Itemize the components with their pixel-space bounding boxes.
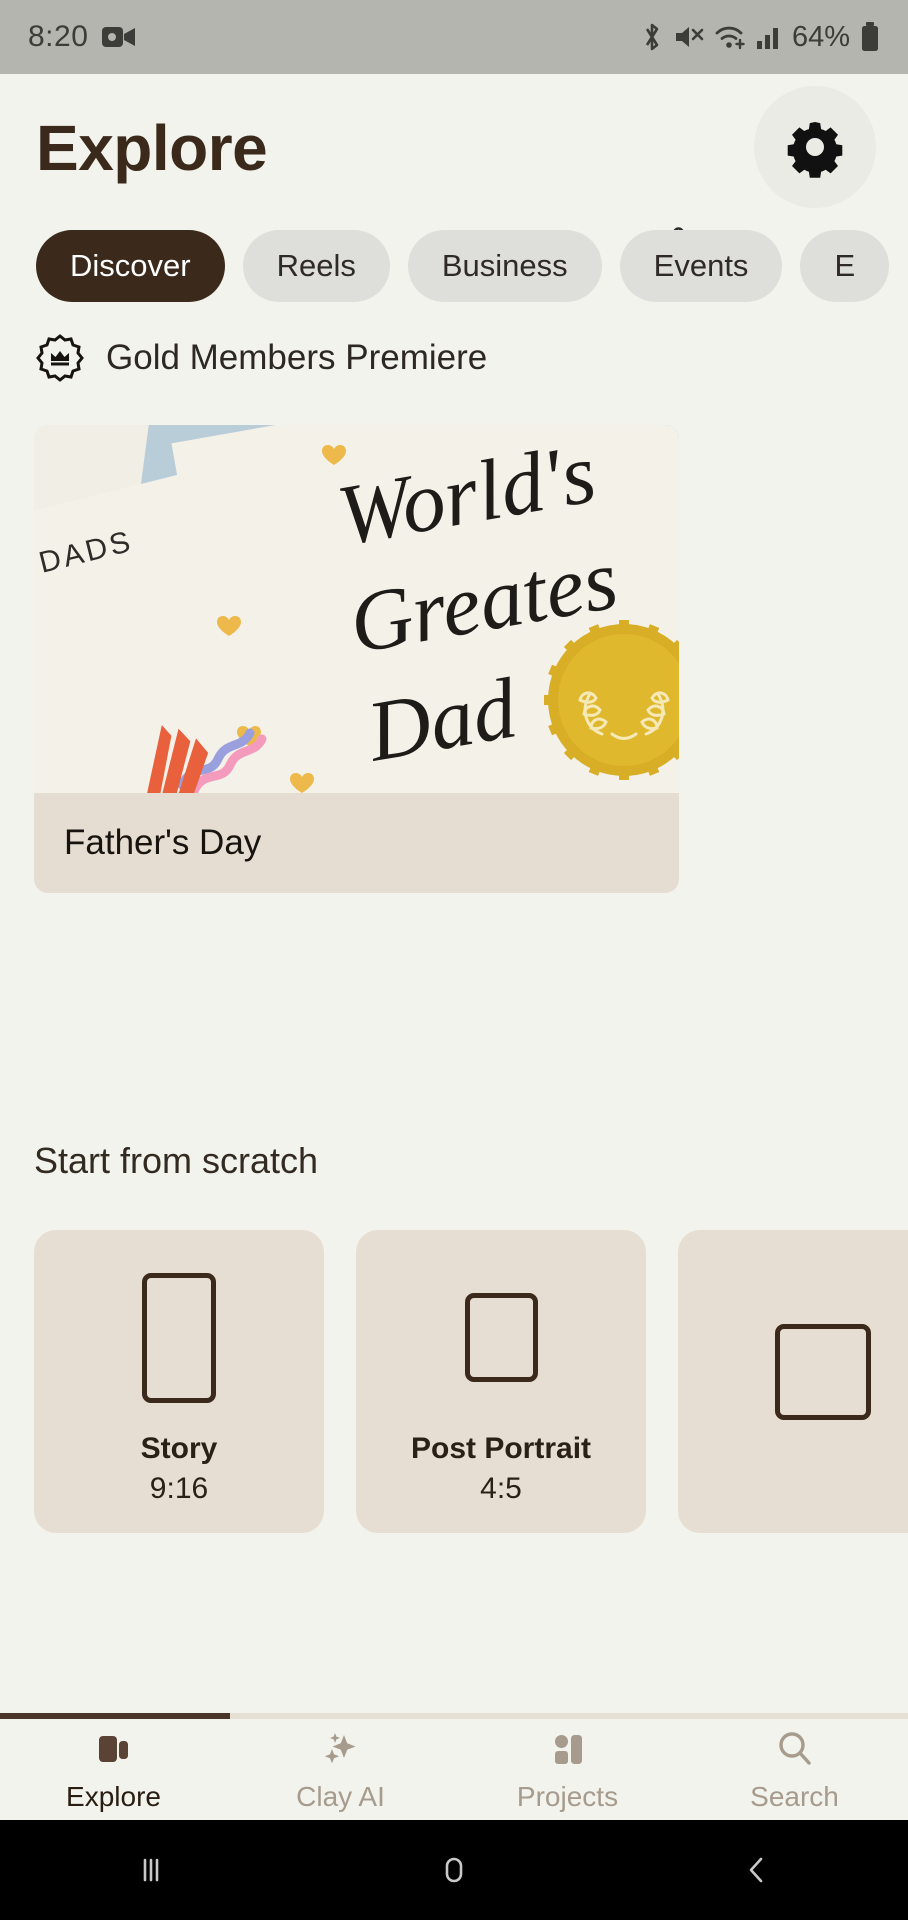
android-recents-button[interactable] xyxy=(0,1853,303,1887)
app-header: Explore xyxy=(0,74,908,281)
format-card-post-portrait-ratio: 4:5 xyxy=(480,1471,522,1505)
gold-members-section-header: Gold Members Premiere xyxy=(36,334,487,382)
android-navigation-bar[interactable] xyxy=(0,1820,908,1920)
sparkles-icon xyxy=(319,1727,363,1771)
android-back-button[interactable] xyxy=(605,1853,908,1887)
wifi-icon xyxy=(714,23,746,51)
back-icon xyxy=(740,1853,774,1887)
nav-item-explore[interactable]: Explore xyxy=(0,1719,227,1820)
video-recording-icon xyxy=(102,24,136,50)
featured-template-caption: Father's Day xyxy=(34,793,679,893)
category-tab-bar[interactable]: Discover Reels Business Events E xyxy=(0,228,908,304)
explore-panels-icon xyxy=(92,1727,136,1771)
format-card-partial-next[interactable] xyxy=(678,1230,908,1533)
story-shape-wrapper xyxy=(142,1258,216,1418)
mute-icon xyxy=(674,23,704,51)
format-card-story-name: Story xyxy=(140,1431,218,1465)
start-from-scratch-title: Start from scratch xyxy=(34,1140,319,1181)
bottom-navigation-bar[interactable]: Explore Clay AI Projects Search xyxy=(0,1719,908,1820)
post-portrait-aspect-icon xyxy=(464,1293,538,1382)
nav-item-clay-ai-label: Clay AI xyxy=(296,1780,385,1812)
status-bar-right: 64% xyxy=(640,21,880,54)
recents-icon xyxy=(134,1853,168,1887)
search-icon xyxy=(773,1727,817,1771)
android-home-button[interactable] xyxy=(303,1853,606,1887)
settings-button[interactable] xyxy=(754,86,876,208)
format-card-story[interactable]: Story 9:16 xyxy=(34,1230,324,1533)
gold-members-label: Gold Members Premiere xyxy=(106,338,488,377)
tab-discover[interactable]: Discover xyxy=(36,230,225,302)
gear-icon xyxy=(784,116,846,178)
post-portrait-shape-wrapper xyxy=(464,1258,538,1418)
format-card-post-portrait[interactable]: Post Portrait 4:5 xyxy=(356,1230,646,1533)
tab-reels[interactable]: Reels xyxy=(242,230,390,302)
status-bar-left: 8:20 xyxy=(28,20,136,54)
tab-business[interactable]: Business xyxy=(407,230,602,302)
phone-screen: 8:20 64% Explore Discover Reels Business… xyxy=(0,0,908,1920)
featured-template-card[interactable]: DADS World's Greates Dad Father's Day xyxy=(34,425,679,893)
nav-item-explore-label: Explore xyxy=(66,1780,161,1812)
bluetooth-icon xyxy=(640,21,664,53)
nav-item-projects-label: Projects xyxy=(516,1780,619,1812)
status-bar: 8:20 64% xyxy=(0,0,908,74)
nav-item-clay-ai[interactable]: Clay AI xyxy=(227,1719,454,1820)
page-title: Explore xyxy=(36,112,268,184)
nav-item-search[interactable]: Search xyxy=(681,1719,908,1820)
format-card-story-ratio: 9:16 xyxy=(149,1471,209,1505)
story-aspect-icon xyxy=(142,1272,216,1403)
cellular-signal-icon xyxy=(756,23,782,51)
status-bar-clock: 8:20 xyxy=(28,20,89,53)
format-card-post-portrait-name: Post Portrait xyxy=(410,1431,592,1465)
crown-badge-icon xyxy=(36,334,84,382)
nav-item-projects[interactable]: Projects xyxy=(454,1719,681,1820)
projects-blocks-icon xyxy=(546,1727,590,1771)
partial-aspect-icon xyxy=(775,1323,871,1420)
featured-template-caption-text: Father's Day xyxy=(64,823,262,862)
featured-template-artwork: DADS World's Greates Dad xyxy=(34,425,679,793)
nav-item-search-label: Search xyxy=(750,1780,839,1812)
tab-events[interactable]: Events xyxy=(619,230,783,302)
format-card-list[interactable]: Story 9:16 Post Portrait 4:5 xyxy=(34,1230,908,1535)
tab-partial-next[interactable]: E xyxy=(800,230,890,302)
home-icon xyxy=(437,1853,471,1887)
battery-percentage: 64% xyxy=(791,20,850,53)
partial-shape-wrapper xyxy=(775,1292,871,1452)
battery-icon xyxy=(860,21,880,53)
